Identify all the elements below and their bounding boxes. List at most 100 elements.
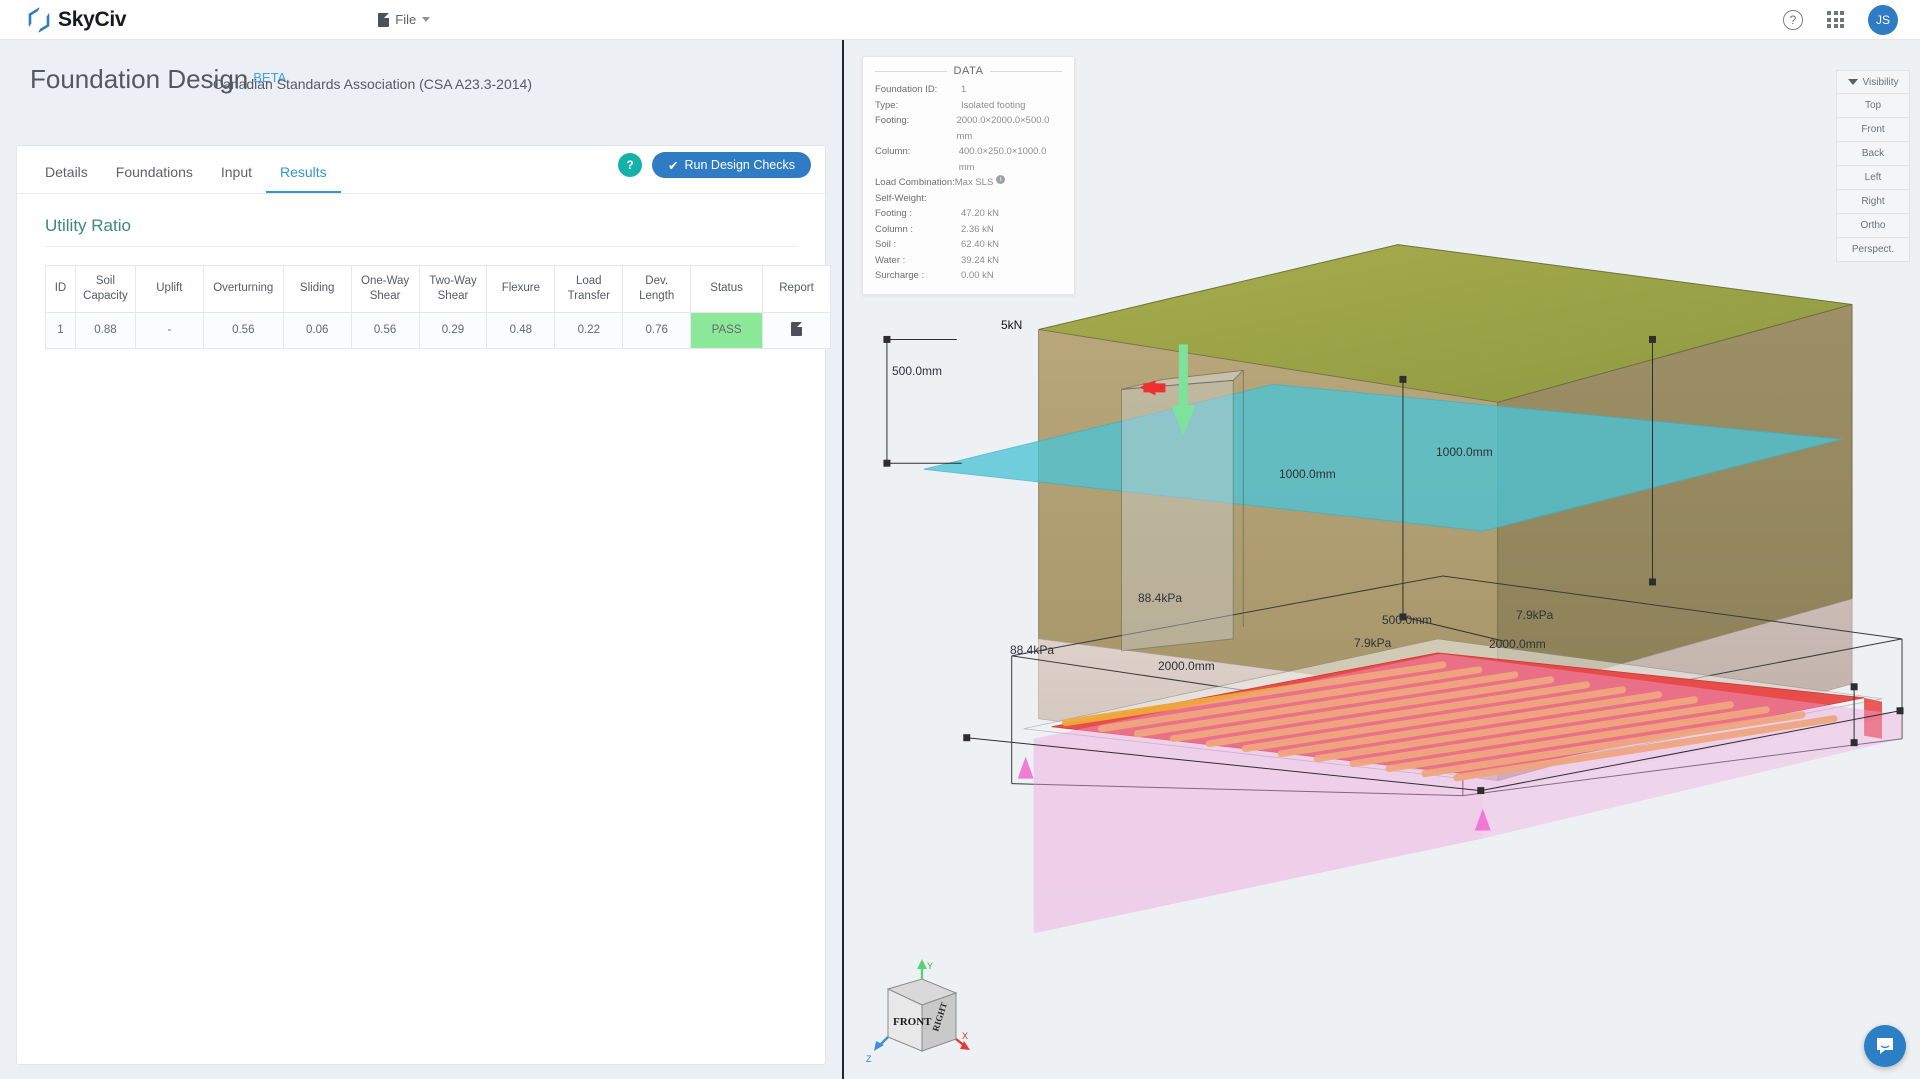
axis-x-label: X (962, 1031, 968, 1041)
data-key: Column : (875, 223, 914, 235)
orientation-cube[interactable]: FRONT RIGHT Y X Z (864, 957, 974, 1067)
data-value: 2.36 kN (961, 223, 994, 235)
left-panel: Foundation Design BETA Canadian Standards… (0, 40, 842, 1079)
view-button-label: Perspect. (1851, 244, 1895, 255)
utility-ratio-table: ID Soil Capacity Uplift Overturning Slid… (45, 265, 831, 349)
data-value: Isolated footing (961, 99, 1026, 111)
view-button-label: Right (1861, 196, 1885, 207)
report-document-icon[interactable] (791, 321, 803, 336)
cube-front-label: FRONT (893, 1016, 932, 1028)
data-row-foundation-id: Foundation ID: 1 (875, 82, 1062, 98)
label-pressure-max-top: 88.4kPa (1138, 591, 1183, 605)
data-panel-title: DATA (953, 65, 984, 77)
data-value: 1 (961, 84, 967, 95)
model-viewer[interactable]: 500.0mm 192.7kN 5kN 1000.0mm 1000.0mm 88… (842, 40, 1920, 1079)
tab-input[interactable]: Input (207, 154, 266, 193)
view-button-visibility[interactable]: Visibility (1836, 70, 1910, 94)
view-button-right[interactable]: Right (1836, 190, 1910, 214)
col-dev-length: Dev. Length (622, 265, 692, 313)
data-value: 39.24 kN (961, 254, 1000, 266)
data-key: Soil : (875, 239, 897, 250)
results-help-button[interactable]: ? (618, 153, 643, 177)
divider-left (875, 70, 948, 72)
label-width-front: 2000.0mm (1158, 659, 1215, 673)
table-row[interactable]: 1 0.88 - 0.56 0.06 0.56 0.29 0.48 0.22 0… (45, 311, 831, 349)
col-soil-capacity: Soil Capacity (74, 265, 136, 313)
col-uplift: Uplift (134, 265, 204, 313)
label-pressure-min-front: 7.9kPa (1354, 636, 1392, 650)
data-row-sw-surcharge: Surcharge : 0.00 kN (875, 268, 1062, 284)
cell-flexure: 0.48 (486, 311, 556, 349)
data-row-sw-footing: Footing : 47.20 kN (875, 206, 1062, 222)
view-controls: Visibility Top Front Back Left Right Ort… (1836, 70, 1910, 262)
avatar[interactable]: JS (1868, 4, 1898, 35)
data-row-column: Column: 400.0×250.0×1000.0 mm (875, 144, 1062, 175)
data-value: 62.40 kN (961, 239, 1000, 250)
label-footing-depth-right: 500.0mm (1382, 613, 1433, 627)
view-button-front[interactable]: Front (1836, 118, 1910, 142)
cell-uplift: - (134, 311, 204, 349)
data-row-sw-soil: Soil : 62.40 kN (875, 237, 1062, 253)
data-value: 2000.0×2000.0×500.0 mm (956, 115, 1050, 142)
run-design-checks-button[interactable]: ✔ Run Design Checks (652, 152, 811, 178)
data-value: 400.0×250.0×1000.0 mm (958, 146, 1047, 173)
col-report: Report (762, 265, 831, 313)
col-overturning: Overturning (202, 265, 284, 313)
view-button-label: Front (1861, 124, 1885, 135)
run-design-checks-label: Run Design Checks (684, 158, 795, 172)
help-icon[interactable]: ? (1783, 9, 1803, 30)
label-depth-right: 1000.0mm (1436, 445, 1493, 459)
tab-results[interactable]: Results (266, 154, 341, 193)
label-footing-thickness-left: 500.0mm (892, 364, 943, 378)
view-button-top[interactable]: Top (1836, 94, 1910, 118)
check-icon: ✔ (668, 158, 679, 173)
col-id: ID (45, 265, 76, 313)
cell-sliding: 0.06 (282, 311, 352, 349)
cell-dev-length: 0.76 (622, 311, 692, 349)
data-key: Surcharge : (875, 270, 925, 281)
label-width-right: 2000.0mm (1489, 637, 1546, 651)
data-key: Footing : (875, 208, 912, 219)
chat-support-button[interactable] (1864, 1025, 1906, 1067)
status-badge: PASS (690, 311, 764, 349)
view-button-label: Visibility (1862, 76, 1899, 88)
cell-report[interactable] (762, 311, 831, 349)
view-button-label: Ortho (1860, 220, 1886, 231)
data-key: Footing: (875, 115, 910, 126)
tab-actions: ? ✔ Run Design Checks (618, 152, 811, 178)
view-button-left[interactable]: Left (1836, 166, 1910, 190)
info-icon[interactable]: i (996, 175, 1006, 184)
cell-soil-capacity: 0.88 (74, 311, 136, 349)
col-two-way-shear: Two-Way Shear (418, 265, 488, 313)
data-value: Max SLS (954, 177, 994, 188)
cell-two-way-shear: 0.29 (418, 311, 488, 349)
table-header-row: ID Soil Capacity Uplift Overturning Slid… (45, 265, 831, 313)
design-standard-label: Canadian Standards Association (CSA A23.… (212, 76, 532, 92)
data-row-load-combination: Load Combination: Max SLS i (875, 175, 1062, 191)
section-title-utility-ratio: Utility Ratio (45, 216, 131, 235)
data-key: Self-Weight: (875, 192, 927, 204)
chevron-down-icon (422, 17, 431, 22)
view-button-perspect[interactable]: Perspect. (1836, 238, 1910, 262)
view-button-back[interactable]: Back (1836, 142, 1910, 166)
grid-apps-icon[interactable] (1827, 11, 1844, 28)
axis-y-label: Y (927, 961, 933, 971)
brand-logo-group[interactable]: SkyCiv (26, 6, 127, 33)
skyciv-logo-icon (26, 6, 52, 33)
view-button-ortho[interactable]: Ortho (1836, 214, 1910, 238)
data-key: Column: (875, 146, 911, 157)
brand-name: SkyCiv (58, 7, 127, 31)
tab-foundations[interactable]: Foundations (102, 154, 207, 193)
data-row-sw-water: Water : 39.24 kN (875, 253, 1062, 269)
view-button-label: Back (1861, 148, 1885, 159)
filter-icon (1847, 79, 1858, 85)
data-info-panel: DATA Foundation ID: 1 Type: Isolated foo… (862, 56, 1075, 295)
label-pressure-min-right: 7.9kPa (1516, 608, 1554, 622)
tab-details[interactable]: Details (31, 154, 102, 193)
cell-load-transfer: 0.22 (554, 311, 624, 349)
file-menu[interactable]: File (378, 12, 431, 27)
view-button-label: Left (1864, 172, 1882, 183)
data-value: 47.20 kN (961, 208, 1000, 219)
col-status: Status (690, 265, 764, 313)
data-row-footing: Footing: 2000.0×2000.0×500.0 mm (875, 113, 1062, 144)
